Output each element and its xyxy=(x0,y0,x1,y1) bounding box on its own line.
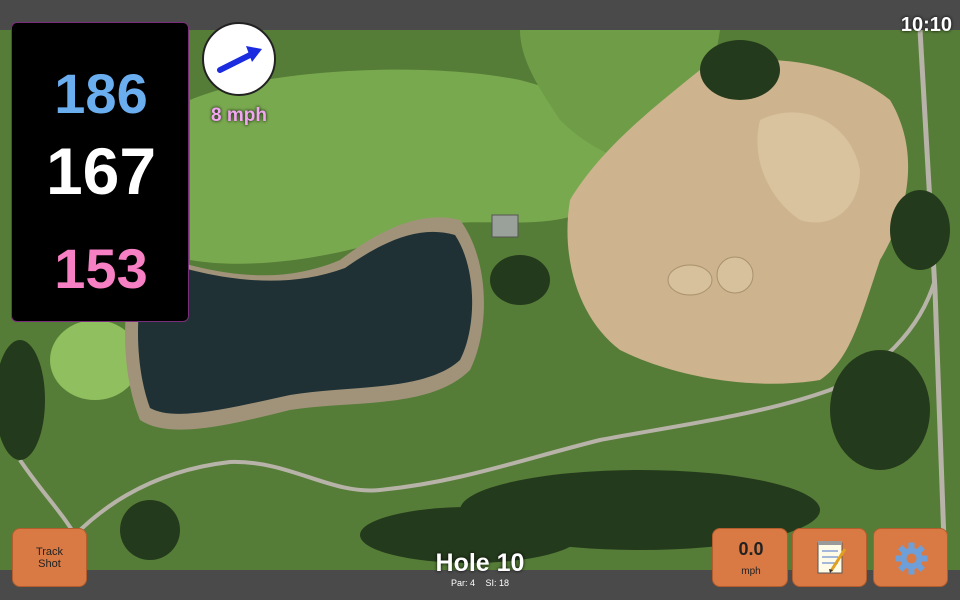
notepad-icon xyxy=(817,541,847,574)
back-yardage: 186 xyxy=(54,62,148,125)
gear-icon xyxy=(895,542,928,575)
yardage-panel: 186 167 153 xyxy=(11,22,189,322)
front-yardage: 153 xyxy=(54,237,148,300)
hole-info: Par: 4 SI: 18 xyxy=(380,578,580,588)
wind-speed: 8 mph xyxy=(211,105,267,126)
app-screen: 10:10 186 167 153 8 mph Track Shot Hole … xyxy=(0,0,960,600)
arrow-right-up-icon xyxy=(217,46,262,73)
hole-stroke-index: SI: 18 xyxy=(485,578,510,588)
track-shot-button[interactable]: Track Shot xyxy=(12,528,87,587)
wind-indicator xyxy=(202,22,276,96)
notes-button[interactable] xyxy=(792,528,867,587)
map-building xyxy=(491,214,519,238)
speed-value: 0.0 xyxy=(738,539,764,559)
clock: 10:10 xyxy=(900,14,952,36)
track-shot-label-1: Track xyxy=(35,546,64,558)
map-bunker-2 xyxy=(716,256,754,294)
speed-unit: mph xyxy=(741,566,761,577)
track-shot-label-2: Shot xyxy=(38,558,61,570)
hole-par: Par: 4 xyxy=(450,578,475,588)
speed-button[interactable]: 0.0 mph xyxy=(712,528,788,587)
map-bunker-1 xyxy=(667,264,713,296)
middle-yardage: 167 xyxy=(45,134,157,208)
hole-title: Hole 10 xyxy=(435,549,525,577)
settings-button[interactable] xyxy=(873,528,948,587)
